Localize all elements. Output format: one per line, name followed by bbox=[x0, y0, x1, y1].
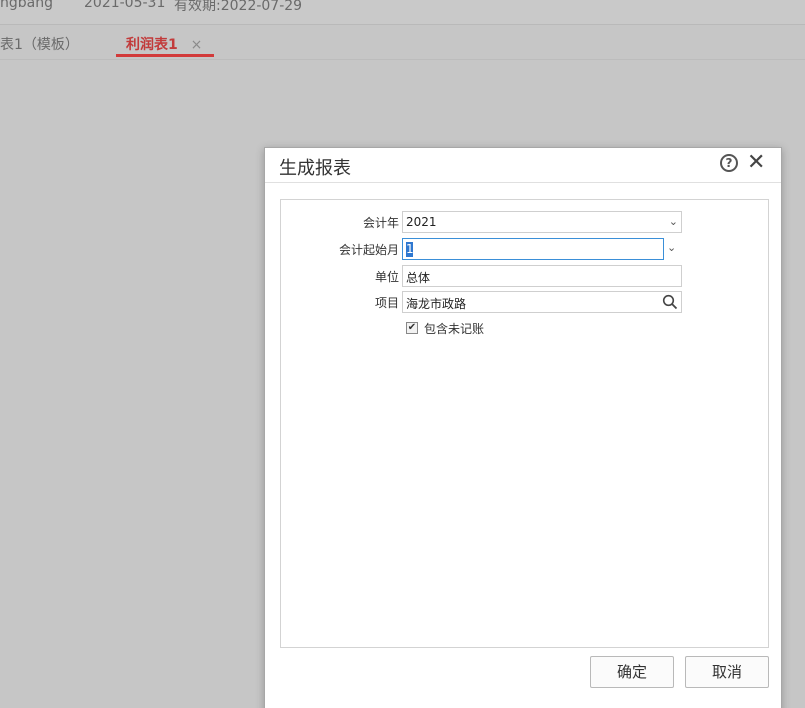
chevron-down-icon[interactable]: ⌄ bbox=[669, 215, 678, 228]
start-month-value: 1 bbox=[406, 242, 414, 257]
close-icon[interactable]: ✕ bbox=[747, 150, 765, 176]
fiscal-year-label: 会计年 bbox=[362, 216, 399, 230]
chevron-down-icon[interactable]: ⌄ bbox=[667, 241, 676, 254]
tab-label: 表1（模板） bbox=[0, 37, 79, 53]
confirm-button[interactable]: 确定 bbox=[590, 656, 674, 688]
dialog-title: 生成报表 bbox=[279, 158, 351, 179]
fiscal-year-select[interactable]: 2021 ⌄ bbox=[402, 211, 682, 233]
unit-label: 单位 bbox=[374, 270, 399, 284]
validity-label: 有效期:2022-07-29 bbox=[174, 0, 303, 14]
tab-close-icon[interactable]: × bbox=[191, 37, 203, 53]
include-unposted-label: 包含未记账 bbox=[424, 322, 485, 336]
top-info-bar: ngbang 2021-05-31 有效期:2022-07-29 bbox=[0, 0, 805, 25]
user-name: ngbang bbox=[0, 0, 53, 11]
dialog-header: 生成报表 ? ✕ bbox=[265, 148, 781, 183]
project-input[interactable]: 海龙市政路 bbox=[402, 291, 682, 313]
cancel-button[interactable]: 取消 bbox=[685, 656, 769, 688]
start-month-select[interactable]: 1 bbox=[402, 238, 664, 260]
search-icon[interactable] bbox=[662, 294, 678, 310]
project-value: 海龙市政路 bbox=[406, 297, 467, 311]
unit-value: 总体 bbox=[406, 271, 431, 285]
dialog-body: 会计年 2021 ⌄ 会计起始月 1 ⌄ 单位 总体 项目 海龙市政路 ✔ 包含… bbox=[280, 199, 769, 648]
start-month-text: 1 bbox=[406, 242, 414, 256]
generate-report-dialog: 生成报表 ? ✕ 会计年 2021 ⌄ 会计起始月 1 ⌄ 单位 总体 项目 海… bbox=[264, 147, 782, 708]
date-label: 2021-05-31 bbox=[84, 0, 166, 11]
tab-strip: 表1（模板） 利润表1 × bbox=[0, 26, 805, 60]
project-label: 项目 bbox=[374, 296, 399, 310]
tab-label: 利润表1 bbox=[126, 37, 178, 53]
tab-profit-statement[interactable]: 利润表1 × bbox=[116, 34, 214, 57]
fiscal-year-value: 2021 bbox=[406, 215, 437, 229]
start-month-label: 会计起始月 bbox=[338, 243, 399, 257]
tab-template[interactable]: 表1（模板） bbox=[0, 34, 79, 58]
unit-input[interactable]: 总体 bbox=[402, 265, 682, 287]
app-page: ngbang 2021-05-31 有效期:2022-07-29 表1（模板） … bbox=[0, 0, 805, 708]
include-unposted-checkbox[interactable]: ✔ bbox=[406, 322, 418, 334]
question-circle-icon[interactable]: ? bbox=[720, 154, 738, 172]
